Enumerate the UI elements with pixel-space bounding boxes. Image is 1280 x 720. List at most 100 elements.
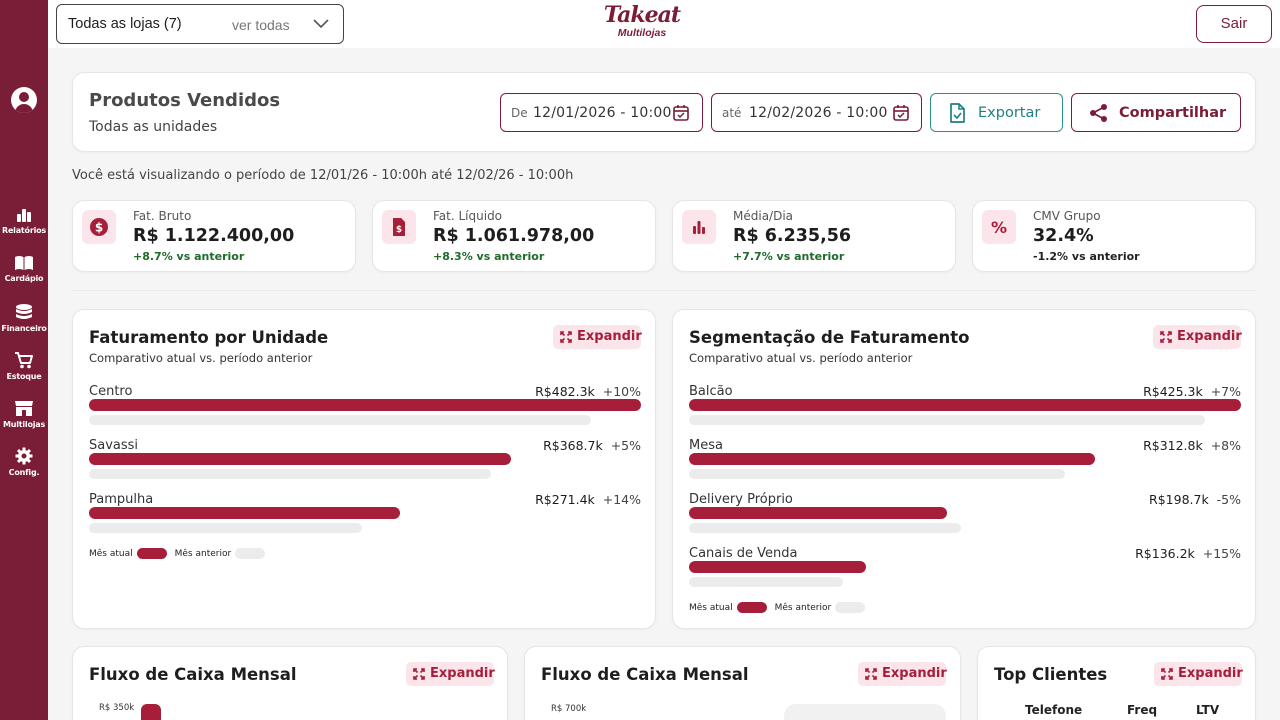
export-file-icon [950,103,965,123]
expand-icon [1161,668,1173,680]
page-subtitle: Todas as unidades [89,119,218,135]
bar-row: Balcão R$425.3k +7% [689,384,1241,434]
bar-value: R$136.2k +15% [1135,546,1241,561]
user-avatar-icon[interactable] [11,87,37,113]
chevron-down-icon [313,19,329,29]
kpi-card-fat-bruto: $ Fat. Bruto R$ 1.122.400,00 +8.7% vs an… [72,200,356,272]
book-icon [15,256,33,270]
bar-amount: R$482.3k [535,384,595,399]
sidebar-item-label: Multilojas [2,420,46,429]
kpi-delta: +7.7% vs anterior [733,250,845,263]
topbar: Todas as lojas (7) ver todas Takeat Mult… [48,0,1280,48]
bar-amount: R$271.4k [535,492,595,507]
bar-label: Canais de Venda [689,546,798,561]
bar-amount: R$368.7k [543,438,603,453]
expand-button[interactable]: Expandir [1154,662,1243,686]
cart-icon [15,352,33,369]
coins-icon [16,304,32,319]
expand-icon [865,668,877,680]
sidebar-item-relatorios[interactable]: Relatórios [0,207,48,235]
export-button[interactable]: Exportar [930,93,1063,132]
bar-change: +10% [602,384,641,399]
chart-title: Segmentação de Faturamento [689,328,970,347]
sidebar-item-cardapio[interactable]: Cardápio [0,255,48,283]
bar-row: Canais de Venda R$136.2k +15% [689,546,1241,596]
report-header: Produtos Vendidos Todas as unidades De 1… [72,72,1256,152]
kpi-delta: +8.7% vs anterior [133,250,245,263]
svg-text:%: % [991,218,1007,236]
bar-current [689,561,866,573]
sidebar-item-financeiro[interactable]: Financeiro [0,303,48,333]
view-all-link[interactable]: ver todas [232,17,290,33]
section-divider [72,290,1256,291]
kpi-value: R$ 6.235,56 [733,226,852,246]
column-header-ltv[interactable]: LTV [1196,703,1219,717]
chart-card-fluxo-caixa-2: Fluxo de Caixa Mensal Expandir R$ 700k [524,646,961,720]
share-button[interactable]: Compartilhar [1071,93,1241,132]
expand-label: Expandir [1177,329,1242,344]
legend-current-swatch [736,602,767,613]
share-label: Compartilhar [1119,105,1227,121]
logo-subtitle: Multilojas [617,27,667,39]
legend-current-swatch [136,548,167,559]
share-icon [1090,104,1107,122]
sidebar-item-config[interactable]: Config. [0,447,48,477]
logo-wordmark: Takeat [603,2,681,28]
page-title: Produtos Vendidos [89,90,281,111]
chart-title: Faturamento por Unidade [89,328,329,347]
bar-amount: R$425.3k [1143,384,1203,399]
takeat-logo: Takeat Multilojas [601,2,683,39]
sidebar-item-estoque[interactable]: Estoque [0,351,48,381]
kpi-card-cmv-grupo: % CMV Grupo 32.4% -1.2% vs anterior [972,200,1256,272]
chart-card-fluxo-caixa-1: Fluxo de Caixa Mensal Expandir R$ 350k [72,646,508,720]
bar-value: R$482.3k +10% [535,384,641,399]
expand-button[interactable]: Expandir [406,662,495,686]
legend-current-label: Mês atual [89,549,133,559]
logout-button[interactable]: Sair [1196,5,1272,43]
sidebar-item-label: Cardápio [4,274,44,283]
bar-chart-icon [682,210,716,244]
bar-current [89,507,400,519]
bar-value: R$198.7k -5% [1149,492,1241,507]
chart-subtitle: Comparativo atual vs. período anterior [689,351,913,365]
date-from-prefix: De [511,106,528,120]
expand-button[interactable]: Expandir [553,325,642,349]
store-selector[interactable]: Todas as lojas (7) ver todas [56,4,344,44]
column-header-freq[interactable]: Freq [1127,703,1157,717]
kpi-delta: +8.3% vs anterior [433,250,545,263]
bar-previous [89,415,591,425]
store-icon [15,401,33,416]
kpi-value: R$ 1.061.978,00 [433,226,595,246]
period-info: Você está visualizando o período de 12/0… [72,168,574,183]
bar-label: Savassi [89,438,139,453]
kpi-value: R$ 1.122.400,00 [133,226,295,246]
bar-chart-icon [17,209,31,222]
chart-title: Fluxo de Caixa Mensal [89,665,297,684]
bar-label: Pampulha [89,492,154,507]
date-from-field[interactable]: De 12/01/2026 - 10:00 [500,93,703,132]
bar-current [689,453,1095,465]
bar-value: R$425.3k +7% [1143,384,1241,399]
bar-label: Balcão [689,384,733,399]
expand-label: Expandir [430,666,495,681]
bar-change: +15% [1202,546,1241,561]
kpi-card-media-dia: Média/Dia R$ 6.235,56 +7.7% vs anterior [672,200,956,272]
legend-current-label: Mês atual [689,603,733,613]
expand-button[interactable]: Expandir [1153,325,1242,349]
expand-label: Expandir [1178,666,1243,681]
document-dollar-icon: $ [382,210,416,244]
sidebar-item-multilojas[interactable]: Multilojas [0,399,48,429]
bar-change: +8% [1210,438,1241,453]
chart-legend: Mês atual Mês anterior [89,548,273,559]
bar-previous [689,469,1065,479]
chart-title: Top Clientes [994,665,1108,684]
expand-button[interactable]: Expandir [858,662,947,686]
bar-previous [689,415,1205,425]
chart-legend: Mês atual Mês anterior [689,602,873,613]
chart-title: Fluxo de Caixa Mensal [541,665,749,684]
date-to-field[interactable]: até 12/02/2026 - 10:00 [711,93,922,132]
legend-previous-label: Mês anterior [774,603,832,613]
store-selector-value: Todas as lojas (7) [68,16,182,32]
column-header-telefone[interactable]: Telefone [1025,703,1082,717]
expand-icon [413,668,425,680]
